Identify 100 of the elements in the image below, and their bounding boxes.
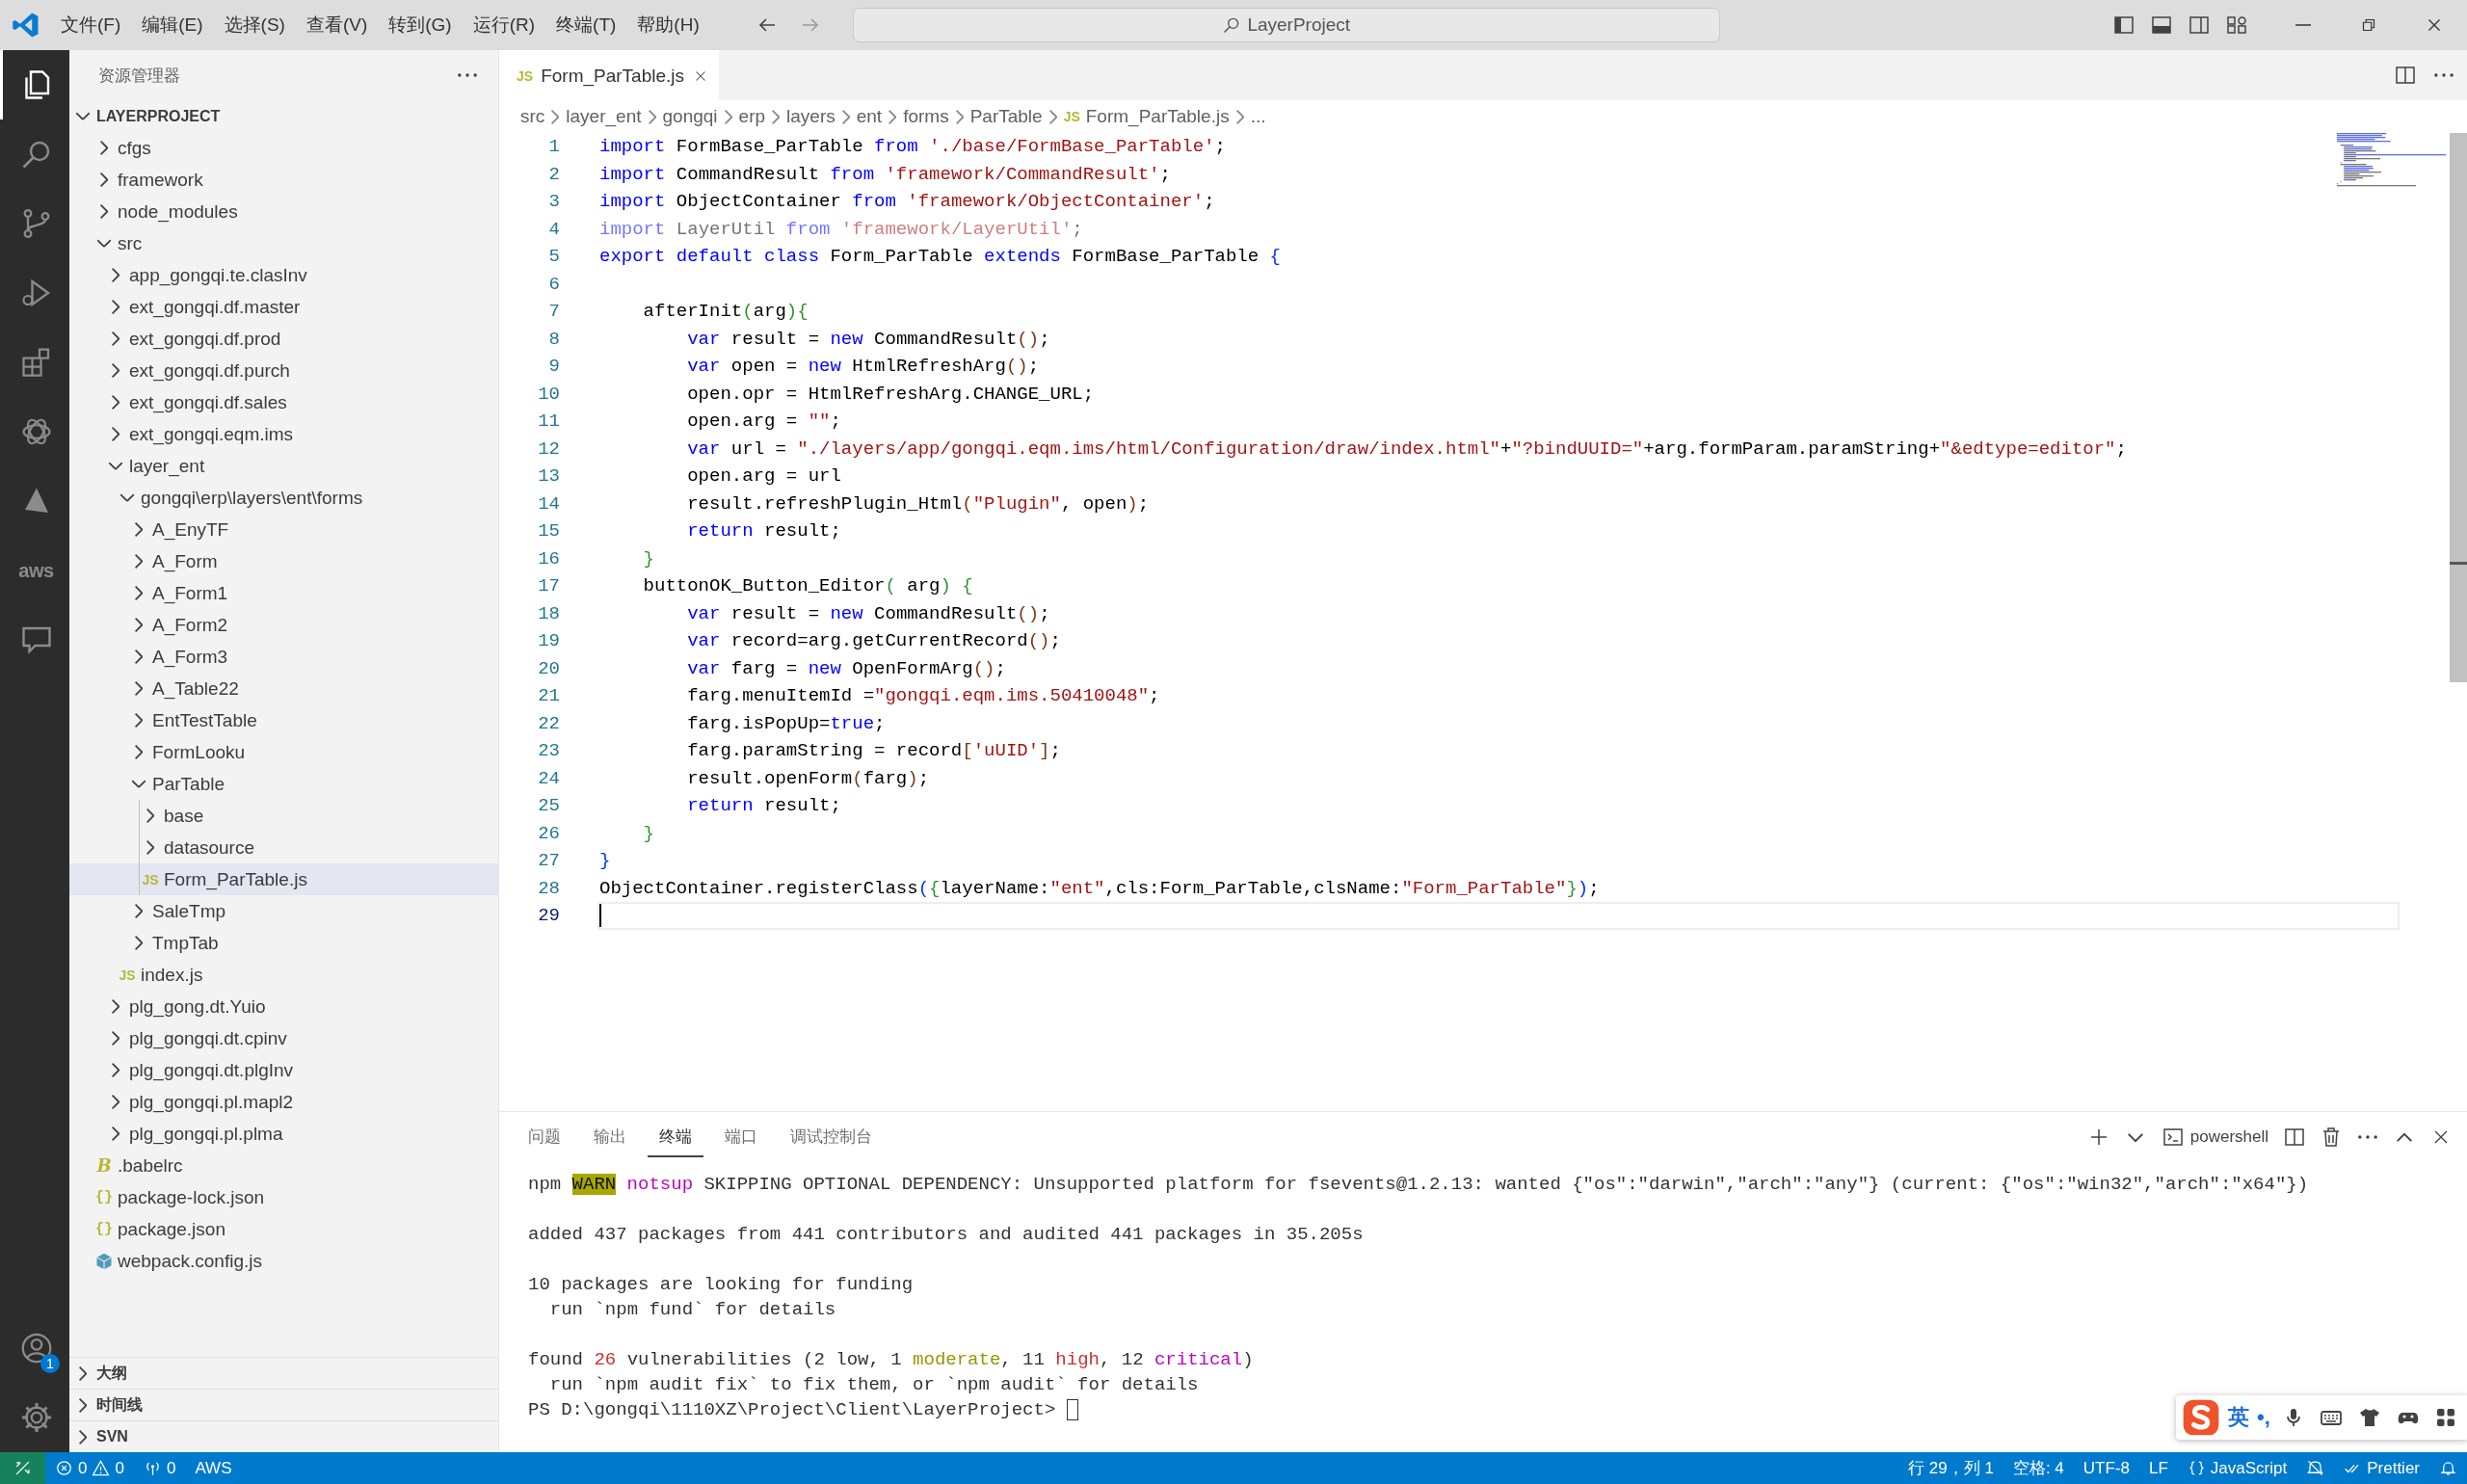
folder-item[interactable]: ParTable — [69, 768, 498, 800]
logo-icon — [2182, 1398, 2220, 1437]
folder-item[interactable]: framework — [69, 164, 498, 196]
language-button[interactable]: JavaScript — [2177, 1452, 2297, 1484]
code-line: buttonOK_Button_Editor( arg) { — [643, 575, 973, 597]
remote-button[interactable] — [0, 1452, 45, 1484]
folder-item[interactable]: SaleTmp — [69, 895, 498, 927]
project-header[interactable]: LAYERPROJECT — [69, 100, 498, 132]
chevron-icon — [772, 109, 781, 124]
code-line: afterInit(arg){ — [643, 301, 809, 323]
problems-button[interactable]: 0 0 — [45, 1452, 134, 1484]
file-item[interactable]: JS index.js — [69, 959, 498, 991]
folder-item[interactable]: gongqi\erp\layers\ent\forms — [69, 482, 498, 514]
folder-item[interactable]: FormLooku — [69, 736, 498, 768]
menu-item[interactable]: 帮助(H) — [626, 7, 710, 43]
breadcrumb-item[interactable]: ent — [856, 106, 883, 127]
panel-tab[interactable]: 调试控制台 — [779, 1117, 884, 1157]
menu-item[interactable]: 查看(V) — [295, 7, 379, 43]
panel-tab[interactable]: 问题 — [517, 1117, 572, 1157]
breadcrumb-item[interactable]: layers — [786, 106, 836, 127]
chevron-icon — [1048, 109, 1057, 124]
file-item[interactable]: JS Form_ParTable.js — [69, 863, 498, 895]
panel-tab[interactable]: 输出 — [582, 1117, 638, 1157]
folder-item[interactable]: ext_gongqi.df.master — [69, 291, 498, 323]
more-icon — [2358, 1135, 2377, 1139]
menu-item[interactable]: 转到(G) — [378, 7, 463, 43]
folder-item[interactable]: app_gongqi.te.clasInv — [69, 259, 498, 291]
chevron-icon — [1235, 109, 1244, 124]
breadcrumb-item[interactable]: ParTable — [969, 106, 1043, 127]
menu-item[interactable]: 文件(F) — [50, 7, 132, 43]
folder-item[interactable]: plg_gongqi.dt.plgInv — [69, 1054, 498, 1086]
breadcrumb-item[interactable]: erp — [738, 106, 766, 127]
cube-icon — [94, 1251, 114, 1271]
punctuation-button[interactable]: •, — [2257, 1405, 2270, 1430]
folder-item[interactable]: A_Form1 — [69, 577, 498, 609]
folder-item[interactable]: plg_gongqi.pl.plma — [69, 1118, 498, 1150]
line-number: 2 — [547, 163, 561, 185]
folder-item[interactable]: A_Form — [69, 545, 498, 577]
line-number: 8 — [547, 328, 561, 350]
input-mode-button[interactable]: 英 — [2228, 1403, 2249, 1432]
account-button[interactable]: 1 — [0, 1313, 69, 1383]
folder-item[interactable]: A_Form2 — [69, 609, 498, 641]
folder-item[interactable]: plg_gongqi.pl.mapl2 — [69, 1086, 498, 1118]
folder-item[interactable]: plg_gong.dt.Yuio — [69, 991, 498, 1022]
folder-item[interactable]: plg_gongqi.dt.cpinv — [69, 1022, 498, 1054]
breadcrumb-item[interactable]: JS Form_ParTable.js — [1063, 106, 1230, 127]
prettier-button[interactable]: Prettier — [2334, 1452, 2429, 1484]
folder-item[interactable]: layer_ent — [69, 450, 498, 482]
panel-right-icon — [2187, 13, 2211, 37]
line-number: 21 — [537, 685, 561, 707]
editor-tab[interactable]: JS Form_ParTable.js — [499, 50, 719, 100]
folder-item[interactable]: EntTestTable — [69, 704, 498, 736]
folder-item[interactable]: ext_gongqi.df.sales — [69, 386, 498, 418]
folder-item[interactable]: src — [69, 227, 498, 259]
folder-item[interactable]: A_Form3 — [69, 641, 498, 673]
code-line: import ObjectContainer from 'framework/ObjectContainer'; — [599, 191, 1215, 213]
section-header[interactable]: 大纲 — [69, 1357, 498, 1389]
scrollbar-thumb[interactable] — [2450, 133, 2467, 682]
status-item[interactable]: UTF-8 — [2073, 1452, 2139, 1484]
section-header[interactable]: 时间线 — [69, 1389, 498, 1420]
file-item[interactable]: {} package.json — [69, 1213, 498, 1245]
menu-item[interactable]: 选择(S) — [213, 7, 296, 43]
folder-item[interactable]: ext_gongqi.df.purch — [69, 355, 498, 386]
folder-item[interactable]: ext_gongqi.df.prod — [69, 323, 498, 355]
terminal-selector[interactable]: powershell — [2155, 1121, 2274, 1153]
status-item[interactable]: 行 29，列 1 — [1898, 1452, 2003, 1484]
shirt-icon — [2357, 1406, 2381, 1429]
breadcrumb-item[interactable]: layer_ent — [566, 106, 642, 127]
file-type-icon: JS — [1063, 109, 1080, 124]
folder-item[interactable]: ext_gongqi.eqm.ims — [69, 418, 498, 450]
folder-item[interactable]: base — [69, 800, 498, 832]
menu-item[interactable]: 终端(T) — [545, 7, 627, 43]
terminal-icon — [2161, 1126, 2185, 1149]
status-item[interactable]: 空格: 4 — [2003, 1452, 2074, 1484]
menu-item[interactable]: 运行(R) — [462, 7, 546, 43]
ports-button[interactable]: 0 — [133, 1452, 186, 1484]
breadcrumb-item[interactable]: forms — [903, 106, 949, 127]
activity-button[interactable]: aws — [0, 536, 69, 605]
command-search[interactable]: LayerProject — [852, 8, 1720, 42]
breadcrumb-item[interactable]: gongqi — [662, 106, 718, 127]
menu-item[interactable]: 编辑(E) — [131, 7, 214, 43]
folder-item[interactable]: node_modules — [69, 196, 498, 227]
split-icon — [2283, 1126, 2306, 1149]
file-type-icon: {} — [94, 1189, 114, 1206]
status-item[interactable]: LF — [2139, 1452, 2178, 1484]
breadcrumb-item[interactable]: src — [520, 106, 545, 127]
file-item[interactable]: {} package-lock.json — [69, 1181, 498, 1213]
line-number: 7 — [547, 301, 561, 323]
file-item[interactable]: webpack.config.js — [69, 1245, 498, 1277]
folder-item[interactable]: datasource — [69, 832, 498, 863]
folder-item[interactable]: A_Table22 — [69, 673, 498, 704]
breadcrumb-item[interactable]: ... — [1250, 106, 1266, 127]
folder-item[interactable]: cfgs — [69, 132, 498, 164]
panel-bottom-icon — [2149, 13, 2173, 37]
folder-item[interactable]: A_EnyTF — [69, 514, 498, 545]
file-item[interactable]: B .babelrc — [69, 1150, 498, 1181]
folder-item[interactable]: TmpTab — [69, 927, 498, 959]
status-item[interactable]: AWS — [185, 1452, 242, 1484]
panel-tab[interactable]: 端口 — [713, 1117, 769, 1157]
panel-tab[interactable]: 终端 — [648, 1117, 703, 1157]
